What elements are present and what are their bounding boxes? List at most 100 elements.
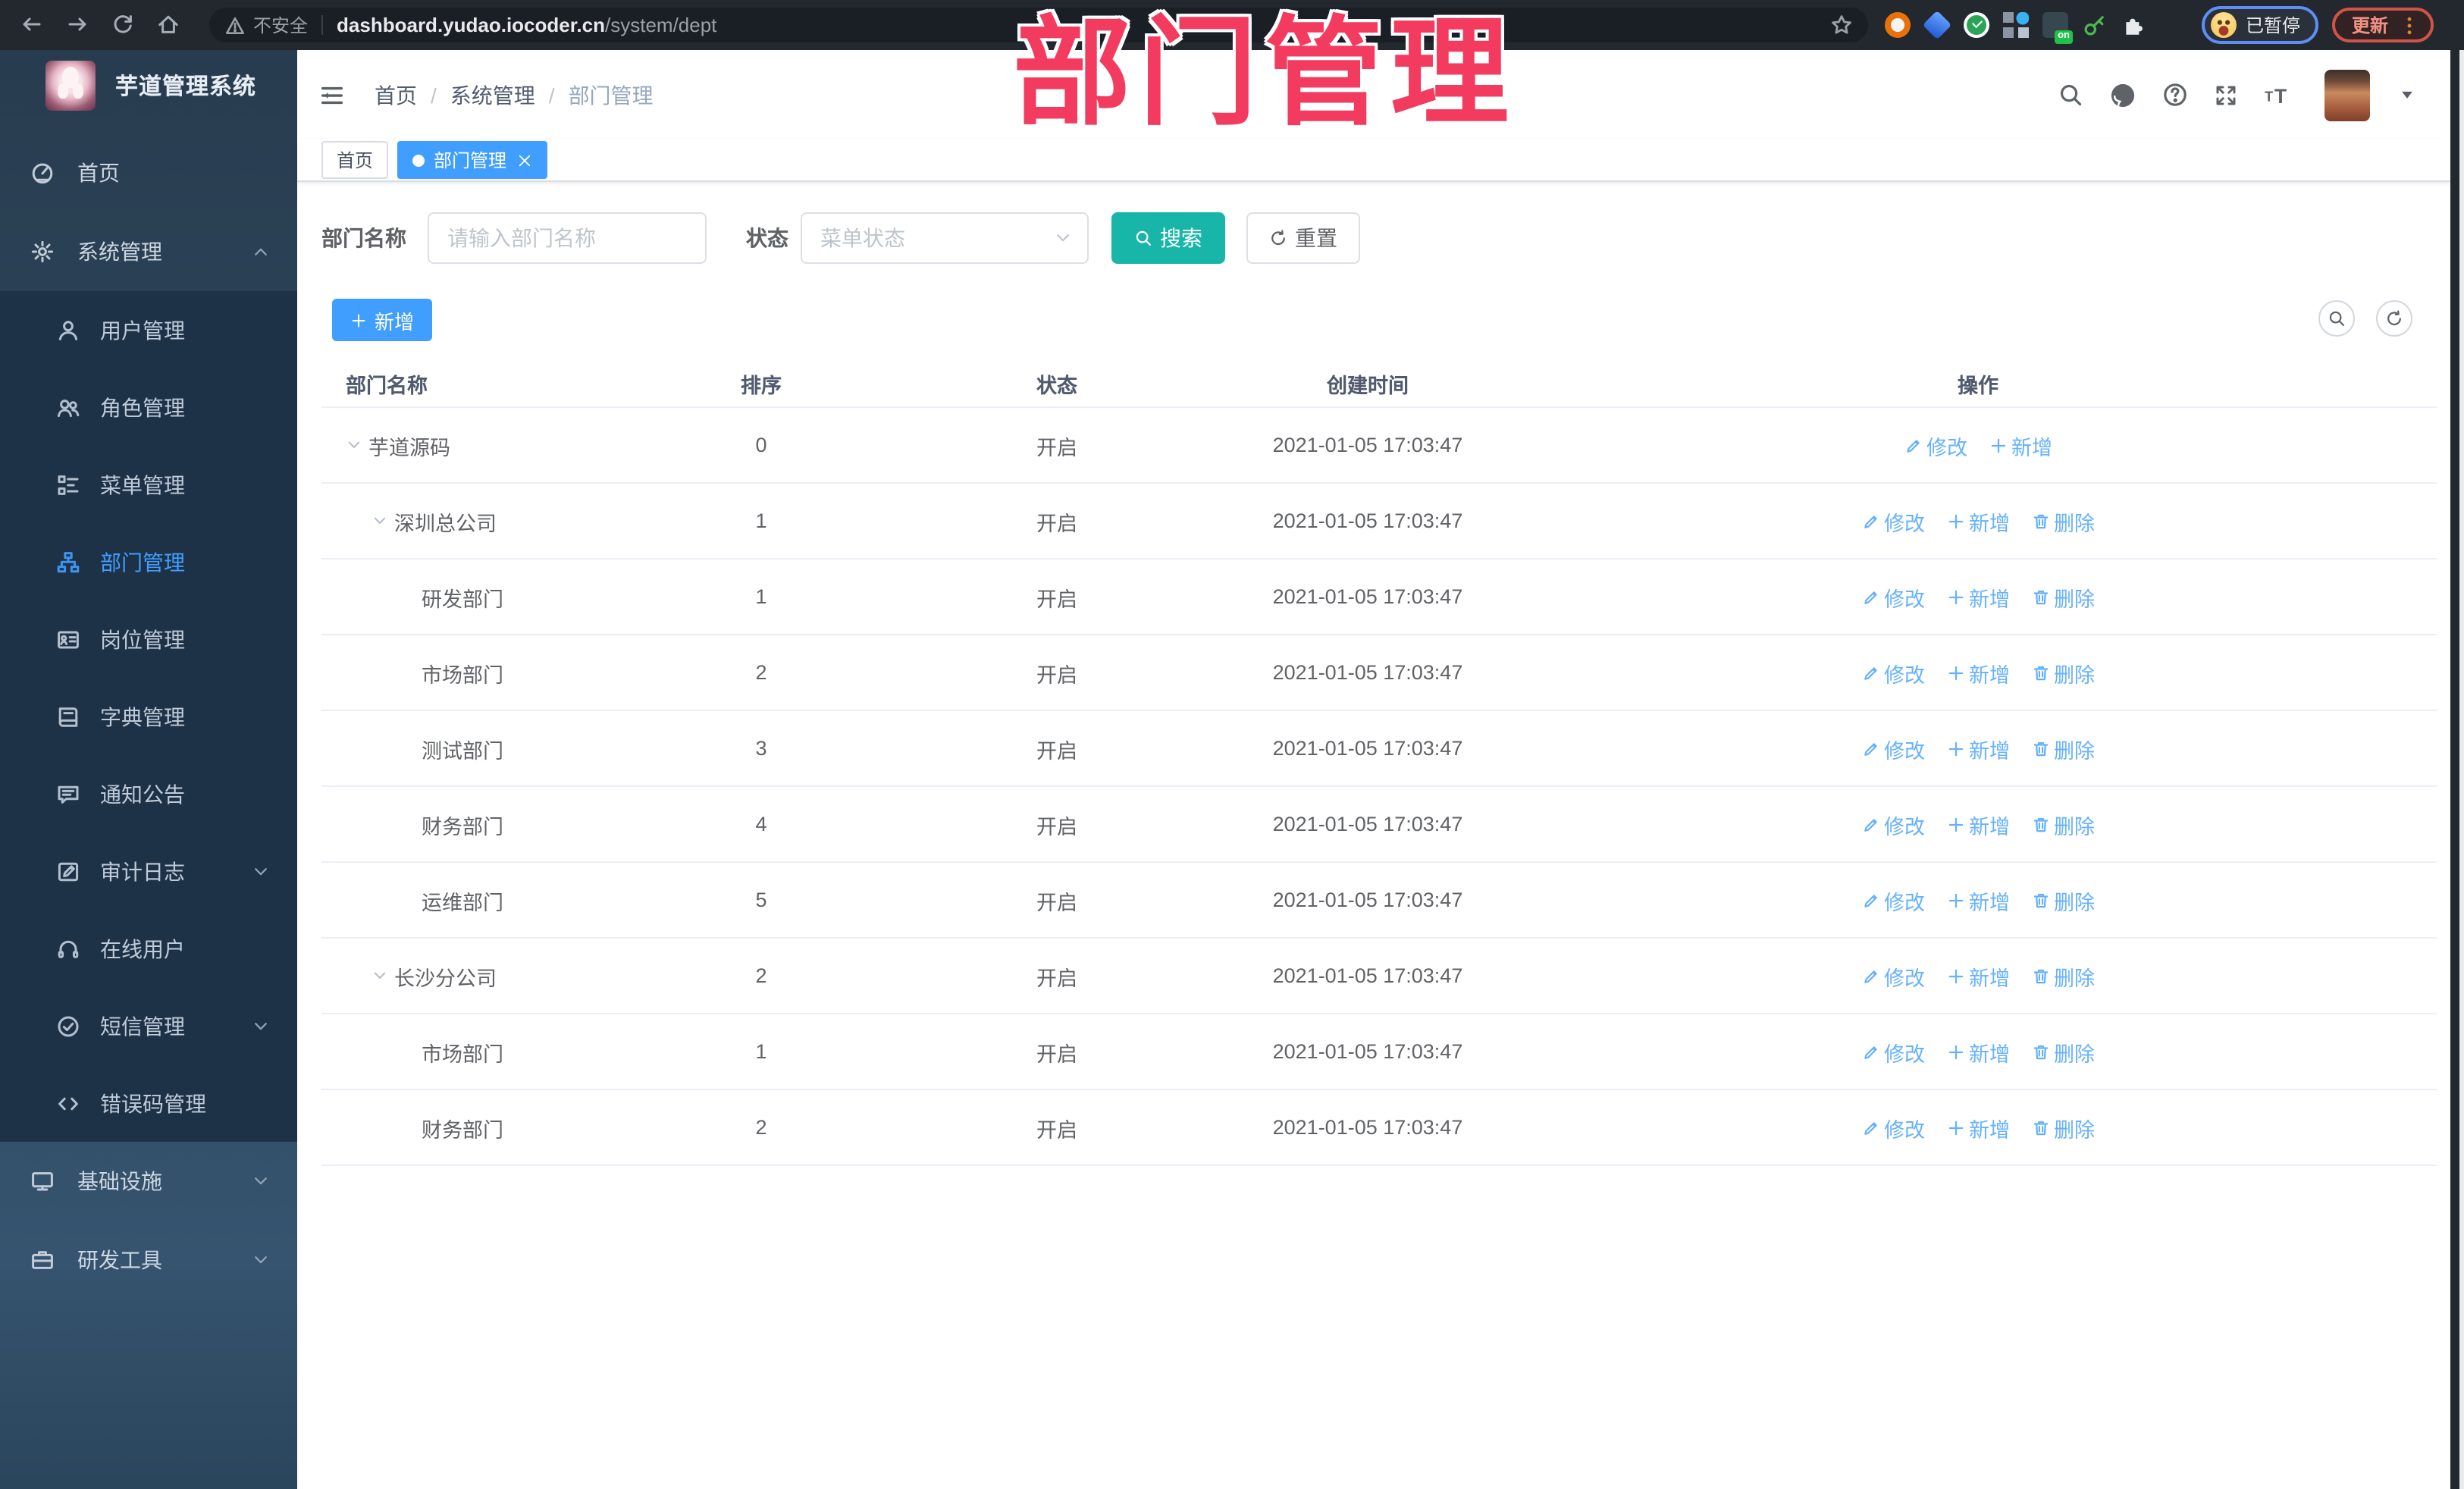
modify-link[interactable]: 修改 [1861,1036,1925,1067]
gem-extension-icon[interactable] [1922,10,1952,40]
modify-link[interactable]: 修改 [1861,733,1925,763]
url-bar[interactable]: 不安全 dashboard.yudao.iocoder.cn/system/de… [209,8,1868,42]
github-icon[interactable] [2109,81,2136,108]
tiles-extension-icon[interactable] [2003,12,2029,38]
headset-icon [56,936,80,961]
modify-link[interactable]: 修改 [1861,657,1925,688]
delete-link[interactable]: 删除 [2031,581,2095,612]
sidebar-item-dept-management[interactable]: 部门管理 [0,523,297,600]
sidebar-item-error-code-management[interactable]: 错误码管理 [0,1064,297,1142]
sidebar-item-system-management[interactable]: 系统管理 [0,212,297,291]
adblock-extension-icon[interactable] [1885,12,1911,38]
sidebar-item-dict-management[interactable]: 字典管理 [0,678,297,755]
refresh-table-button[interactable] [2376,300,2412,337]
add-dept-button[interactable]: 新增 [332,299,433,341]
delete-link[interactable]: 删除 [2031,1112,2095,1143]
forward-icon[interactable] [65,12,91,38]
app-logo-row[interactable]: 芋道管理系统 [0,50,297,121]
avatar-caret-icon[interactable] [2399,86,2415,103]
modify-link[interactable]: 修改 [1861,885,1925,915]
profile-chip[interactable]: 已暂停 [2202,6,2319,44]
sidebar-item-menu-management[interactable]: 菜单管理 [0,446,297,523]
modify-link[interactable]: 修改 [1861,809,1925,839]
delete-link[interactable]: 删除 [2031,657,2095,688]
key-extension-icon[interactable] [2082,12,2108,38]
trash-icon [2031,739,2049,757]
home-icon[interactable] [156,12,182,38]
divider [321,15,324,35]
delete-link[interactable]: 删除 [2031,809,2095,839]
modify-link[interactable]: 修改 [1861,1112,1925,1143]
expand-arrow-icon[interactable] [371,513,388,529]
action-label: 新增 [1969,1042,2010,1065]
delete-link[interactable]: 删除 [2031,506,2095,536]
modify-link[interactable]: 修改 [1861,961,1925,991]
sidebar-item-online-users[interactable]: 在线用户 [0,910,297,987]
expand-arrow-icon[interactable] [371,967,388,984]
created-cell: 2021-01-05 17:03:47 [1272,509,1463,532]
bookmark-star-icon[interactable] [1830,14,1853,36]
help-icon[interactable] [2162,82,2188,108]
dept-name-input[interactable] [428,212,707,264]
delete-link[interactable]: 删除 [2031,885,2095,915]
tab-dept-management[interactable]: 部门管理 [397,141,548,179]
add-link[interactable]: 新增 [1946,885,2010,915]
search-button[interactable]: 搜索 [1111,212,1225,264]
delete-link[interactable]: 删除 [2031,733,2095,763]
window-edge-light [2459,50,2464,1489]
search-icon[interactable] [2058,82,2083,108]
toggle-search-button[interactable] [2318,300,2355,337]
proxy-extension-icon[interactable]: on [2042,12,2073,44]
reset-button[interactable]: 重置 [1246,212,1360,264]
add-link[interactable]: 新增 [1946,961,2010,991]
add-link[interactable]: 新增 [1946,581,2010,612]
sidebar-item-sms-management[interactable]: 短信管理 [0,987,297,1064]
action-label: 新增 [1969,891,2010,914]
sidebar-item-label: 岗位管理 [100,627,185,651]
delete-link[interactable]: 删除 [2031,961,2095,991]
sidebar-item-notice-management[interactable]: 通知公告 [0,755,297,832]
modify-link[interactable]: 修改 [1861,581,1925,612]
dept-name-cell: 芋道源码 [321,430,625,460]
add-link[interactable]: 新增 [1946,657,2010,688]
check-extension-icon[interactable] [1964,12,1989,38]
delete-link[interactable]: 删除 [2031,1036,2095,1067]
sidebar-item-post-management[interactable]: 岗位管理 [0,600,297,678]
status-select[interactable]: 菜单状态 [801,212,1089,264]
close-tab-icon[interactable] [517,152,532,168]
action-label: 新增 [1969,1118,2010,1141]
sidebar-item-infrastructure[interactable]: 基础设施 [0,1142,297,1221]
sidebar-item-audit-log[interactable]: 审计日志 [0,832,297,910]
search-button-label: 搜索 [1160,226,1202,250]
font-size-icon[interactable]: TT [2264,82,2290,108]
breadcrumb-home[interactable]: 首页 [375,80,417,110]
add-link[interactable]: 新增 [1946,809,2010,839]
site-security[interactable]: 不安全 [224,12,308,38]
sidebar-item-user-management[interactable]: 用户管理 [0,291,297,368]
reload-icon[interactable] [111,12,136,38]
fullscreen-icon[interactable] [2214,83,2238,107]
browser-update-button[interactable]: 更新 [2332,8,2434,42]
breadcrumb-system[interactable]: 系统管理 [450,80,535,110]
tab-home[interactable]: 首页 [321,141,389,179]
modify-link[interactable]: 修改 [1861,506,1925,536]
collapse-sidebar-icon[interactable] [318,82,346,109]
table-row: 财务部门 4 开启 2021-01-05 17:03:47 修改 新增 删除 [321,787,2437,863]
add-link[interactable]: 新增 [1946,506,2010,536]
modify-link[interactable]: 修改 [1904,430,1967,460]
add-link[interactable]: 新增 [1946,733,2010,763]
status-cell: 开启 [1036,436,1077,459]
tab-label: 首页 [337,150,374,171]
user-avatar[interactable] [2324,69,2370,121]
sort-cell: 4 [755,813,767,835]
puzzle-extensions-icon[interactable] [2121,12,2147,38]
sidebar-item-dev-tools[interactable]: 研发工具 [0,1221,297,1299]
sidebar-item-home[interactable]: 首页 [0,133,297,212]
back-icon[interactable] [20,12,45,38]
add-link[interactable]: 新增 [1946,1112,2010,1143]
browser-menu-icon[interactable] [2399,14,2420,36]
add-link[interactable]: 新增 [1946,1036,2010,1067]
expand-arrow-icon[interactable] [346,437,362,453]
sidebar-item-role-management[interactable]: 角色管理 [0,368,297,446]
add-link[interactable]: 新增 [1989,430,2052,460]
